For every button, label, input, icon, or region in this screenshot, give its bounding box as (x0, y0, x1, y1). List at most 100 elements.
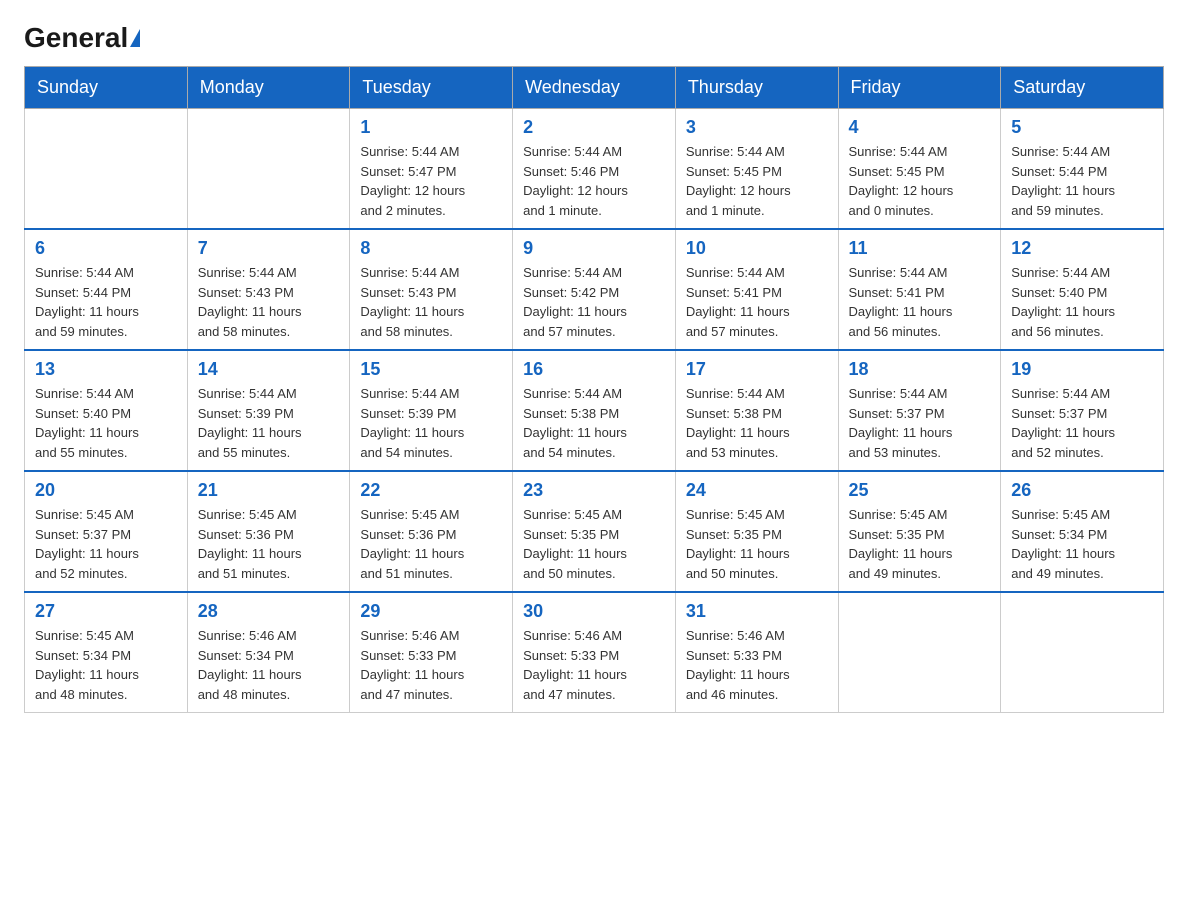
day-number: 13 (35, 359, 177, 380)
day-number: 24 (686, 480, 828, 501)
weekday-header-monday: Monday (187, 67, 350, 109)
weekday-header-friday: Friday (838, 67, 1001, 109)
logo: General (24, 24, 140, 50)
day-info: Sunrise: 5:44 AM Sunset: 5:43 PM Dayligh… (360, 263, 502, 341)
day-info: Sunrise: 5:45 AM Sunset: 5:36 PM Dayligh… (360, 505, 502, 583)
calendar-cell: 30 Sunrise: 5:46 AM Sunset: 5:33 PM Dayli… (513, 592, 676, 713)
calendar-cell: 29Sunrise: 5:46 AM Sunset: 5:33 PM Dayli… (350, 592, 513, 713)
calendar-cell: 1 Sunrise: 5:44 AM Sunset: 5:47 PM Daylig… (350, 109, 513, 230)
day-number: 6 (35, 238, 177, 259)
day-info: Sunrise: 5:44 AM Sunset: 5:47 PM Dayligh… (360, 142, 502, 220)
day-number: 5 (1011, 117, 1153, 138)
day-number: 1 (360, 117, 502, 138)
calendar-cell: 9Sunrise: 5:44 AM Sunset: 5:42 PM Daylig… (513, 229, 676, 350)
calendar-cell: 2 Sunrise: 5:44 AM Sunset: 5:46 PM Daylig… (513, 109, 676, 230)
day-number: 17 (686, 359, 828, 380)
day-info: Sunrise: 5:45 AM Sunset: 5:35 PM Dayligh… (849, 505, 991, 583)
day-info: Sunrise: 5:44 AM Sunset: 5:44 PM Dayligh… (35, 263, 177, 341)
day-number: 22 (360, 480, 502, 501)
day-info: Sunrise: 5:45 AM Sunset: 5:35 PM Dayligh… (686, 505, 828, 583)
day-number: 11 (849, 238, 991, 259)
calendar-cell: 25 Sunrise: 5:45 AM Sunset: 5:35 PM Dayli… (838, 471, 1001, 592)
day-info: Sunrise: 5:44 AM Sunset: 5:40 PM Dayligh… (35, 384, 177, 462)
calendar-cell: 28 Sunrise: 5:46 AM Sunset: 5:34 PM Dayli… (187, 592, 350, 713)
calendar-cell: 21 Sunrise: 5:45 AM Sunset: 5:36 PM Dayli… (187, 471, 350, 592)
day-info: Sunrise: 5:44 AM Sunset: 5:37 PM Dayligh… (1011, 384, 1153, 462)
day-number: 30 (523, 601, 665, 622)
weekday-header-wednesday: Wednesday (513, 67, 676, 109)
calendar-cell: 5Sunrise: 5:44 AM Sunset: 5:44 PM Daylig… (1001, 109, 1164, 230)
calendar-week-row: 1 Sunrise: 5:44 AM Sunset: 5:47 PM Daylig… (25, 109, 1164, 230)
day-info: Sunrise: 5:44 AM Sunset: 5:41 PM Dayligh… (849, 263, 991, 341)
calendar-cell: 31 Sunrise: 5:46 AM Sunset: 5:33 PM Dayli… (675, 592, 838, 713)
weekday-header-thursday: Thursday (675, 67, 838, 109)
weekday-header-sunday: Sunday (25, 67, 188, 109)
day-info: Sunrise: 5:44 AM Sunset: 5:39 PM Dayligh… (360, 384, 502, 462)
page-header: General (24, 24, 1164, 50)
calendar-cell: 23 Sunrise: 5:45 AM Sunset: 5:35 PM Dayli… (513, 471, 676, 592)
day-number: 9 (523, 238, 665, 259)
weekday-header-row: SundayMondayTuesdayWednesdayThursdayFrid… (25, 67, 1164, 109)
calendar-week-row: 27 Sunrise: 5:45 AM Sunset: 5:34 PM Dayli… (25, 592, 1164, 713)
calendar-cell: 17 Sunrise: 5:44 AM Sunset: 5:38 PM Dayli… (675, 350, 838, 471)
day-number: 20 (35, 480, 177, 501)
day-info: Sunrise: 5:44 AM Sunset: 5:45 PM Dayligh… (849, 142, 991, 220)
logo-triangle-icon (130, 29, 140, 47)
day-info: Sunrise: 5:44 AM Sunset: 5:38 PM Dayligh… (686, 384, 828, 462)
day-number: 14 (198, 359, 340, 380)
day-info: Sunrise: 5:44 AM Sunset: 5:40 PM Dayligh… (1011, 263, 1153, 341)
calendar-cell: 11 Sunrise: 5:44 AM Sunset: 5:41 PM Dayli… (838, 229, 1001, 350)
calendar-week-row: 6 Sunrise: 5:44 AM Sunset: 5:44 PM Daylig… (25, 229, 1164, 350)
calendar-cell: 19 Sunrise: 5:44 AM Sunset: 5:37 PM Dayli… (1001, 350, 1164, 471)
day-number: 25 (849, 480, 991, 501)
day-number: 18 (849, 359, 991, 380)
calendar-cell: 12 Sunrise: 5:44 AM Sunset: 5:40 PM Dayli… (1001, 229, 1164, 350)
day-number: 8 (360, 238, 502, 259)
day-info: Sunrise: 5:46 AM Sunset: 5:33 PM Dayligh… (523, 626, 665, 704)
day-number: 3 (686, 117, 828, 138)
calendar-cell: 7 Sunrise: 5:44 AM Sunset: 5:43 PM Daylig… (187, 229, 350, 350)
calendar-cell: 27 Sunrise: 5:45 AM Sunset: 5:34 PM Dayli… (25, 592, 188, 713)
day-number: 2 (523, 117, 665, 138)
day-number: 10 (686, 238, 828, 259)
day-info: Sunrise: 5:45 AM Sunset: 5:34 PM Dayligh… (35, 626, 177, 704)
day-info: Sunrise: 5:44 AM Sunset: 5:43 PM Dayligh… (198, 263, 340, 341)
logo-general-line: General (24, 24, 140, 52)
day-info: Sunrise: 5:44 AM Sunset: 5:45 PM Dayligh… (686, 142, 828, 220)
day-number: 21 (198, 480, 340, 501)
calendar-cell: 15Sunrise: 5:44 AM Sunset: 5:39 PM Dayli… (350, 350, 513, 471)
calendar-cell: 13 Sunrise: 5:44 AM Sunset: 5:40 PM Dayli… (25, 350, 188, 471)
calendar-cell: 3 Sunrise: 5:44 AM Sunset: 5:45 PM Daylig… (675, 109, 838, 230)
calendar-cell: 14 Sunrise: 5:44 AM Sunset: 5:39 PM Dayli… (187, 350, 350, 471)
calendar-cell (25, 109, 188, 230)
calendar-table: SundayMondayTuesdayWednesdayThursdayFrid… (24, 66, 1164, 713)
calendar-week-row: 20 Sunrise: 5:45 AM Sunset: 5:37 PM Dayli… (25, 471, 1164, 592)
day-info: Sunrise: 5:44 AM Sunset: 5:41 PM Dayligh… (686, 263, 828, 341)
calendar-cell (187, 109, 350, 230)
day-info: Sunrise: 5:45 AM Sunset: 5:35 PM Dayligh… (523, 505, 665, 583)
day-number: 31 (686, 601, 828, 622)
calendar-cell: 8 Sunrise: 5:44 AM Sunset: 5:43 PM Daylig… (350, 229, 513, 350)
weekday-header-tuesday: Tuesday (350, 67, 513, 109)
calendar-week-row: 13 Sunrise: 5:44 AM Sunset: 5:40 PM Dayli… (25, 350, 1164, 471)
day-info: Sunrise: 5:46 AM Sunset: 5:34 PM Dayligh… (198, 626, 340, 704)
day-info: Sunrise: 5:46 AM Sunset: 5:33 PM Dayligh… (686, 626, 828, 704)
day-number: 7 (198, 238, 340, 259)
day-info: Sunrise: 5:45 AM Sunset: 5:37 PM Dayligh… (35, 505, 177, 583)
logo-text-general: General (24, 24, 128, 52)
calendar-cell: 24 Sunrise: 5:45 AM Sunset: 5:35 PM Dayli… (675, 471, 838, 592)
calendar-cell: 26Sunrise: 5:45 AM Sunset: 5:34 PM Dayli… (1001, 471, 1164, 592)
day-number: 28 (198, 601, 340, 622)
calendar-cell (838, 592, 1001, 713)
day-info: Sunrise: 5:45 AM Sunset: 5:36 PM Dayligh… (198, 505, 340, 583)
calendar-cell: 10 Sunrise: 5:44 AM Sunset: 5:41 PM Dayli… (675, 229, 838, 350)
day-info: Sunrise: 5:44 AM Sunset: 5:37 PM Dayligh… (849, 384, 991, 462)
day-info: Sunrise: 5:44 AM Sunset: 5:39 PM Dayligh… (198, 384, 340, 462)
day-number: 19 (1011, 359, 1153, 380)
day-number: 23 (523, 480, 665, 501)
calendar-cell: 20 Sunrise: 5:45 AM Sunset: 5:37 PM Dayli… (25, 471, 188, 592)
day-number: 27 (35, 601, 177, 622)
day-number: 12 (1011, 238, 1153, 259)
day-info: Sunrise: 5:44 AM Sunset: 5:46 PM Dayligh… (523, 142, 665, 220)
calendar-cell: 16Sunrise: 5:44 AM Sunset: 5:38 PM Dayli… (513, 350, 676, 471)
